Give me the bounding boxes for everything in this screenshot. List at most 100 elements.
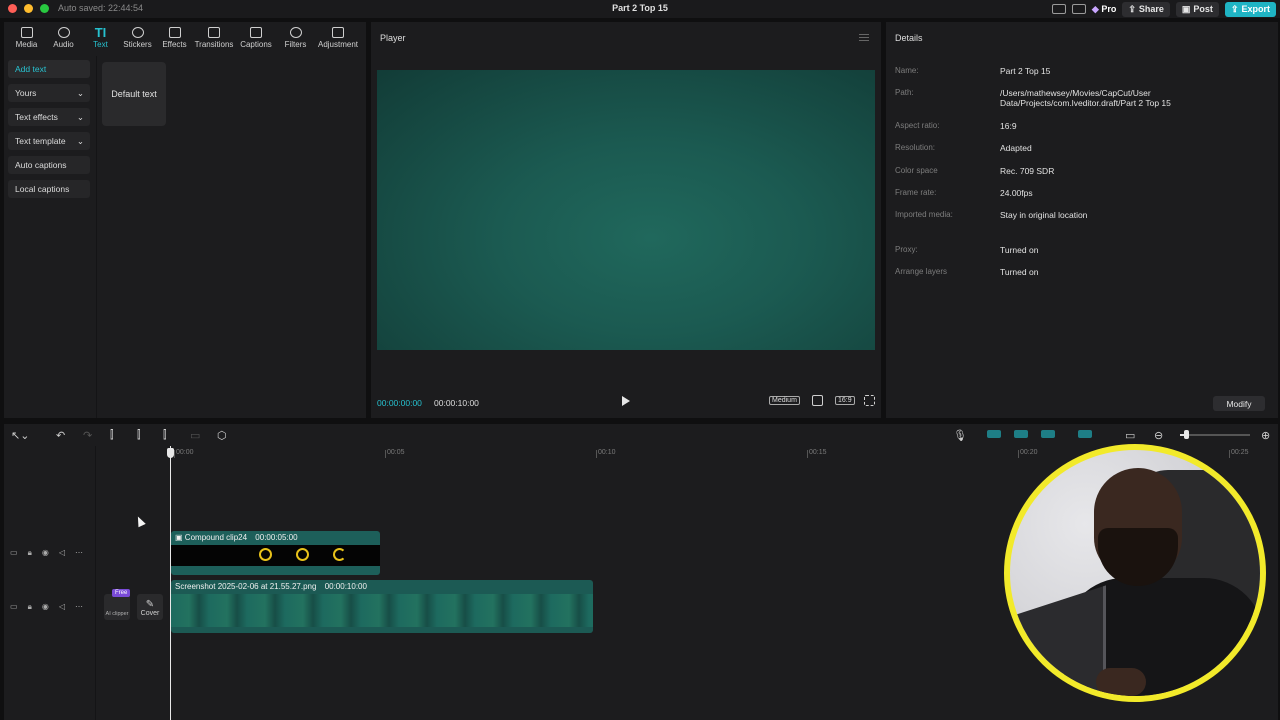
post-icon: ▣ (1181, 3, 1191, 14)
delete-icon[interactable]: ▭ (190, 429, 200, 442)
detail-label: Name: (895, 66, 919, 75)
redo-icon[interactable]: ↷ (83, 429, 92, 442)
lock-icon[interactable]: 🔒︎ (28, 602, 32, 612)
screenshot-clip[interactable]: Screenshot 2025-02-06 at 21.55.27.png 00… (171, 580, 593, 633)
share-button[interactable]: ⇪ Share (1122, 1, 1170, 17)
title-bar: Auto saved: 22:44:54 Part 2 Top 15 ◆ Pro… (0, 0, 1280, 18)
loading-ring-thumbnail (333, 548, 346, 561)
more-icon[interactable]: ⋯ (75, 548, 83, 558)
effects-icon (168, 27, 181, 38)
ai-clipper-button[interactable]: AI clipper (104, 594, 130, 620)
tab-text[interactable]: TI Text (82, 22, 119, 52)
audio-icon (57, 27, 70, 38)
compound-clip[interactable]: ▣ Compound clip24 00:00:05:00 (171, 531, 380, 575)
detail-value: Stay in original location (1000, 210, 1088, 220)
pro-badge[interactable]: ◆ Pro (1092, 4, 1116, 15)
zoom-slider-handle[interactable] (1184, 430, 1189, 439)
eye-icon[interactable]: ◉ (42, 602, 49, 612)
clip-thumbnails (171, 545, 380, 566)
linkage-icon[interactable] (1041, 430, 1055, 438)
post-button[interactable]: ▣ Post (1175, 1, 1219, 17)
quality-button[interactable]: Medium (769, 396, 800, 405)
more-icon[interactable]: ⋯ (75, 602, 83, 612)
free-badge: Free (112, 589, 131, 597)
sidebar-item-auto-captions[interactable]: Auto captions (8, 156, 90, 174)
detail-value: 16:9 (1000, 121, 1017, 131)
preview-axis-icon[interactable] (1078, 430, 1092, 438)
speaker-icon[interactable]: ◁ (59, 602, 65, 612)
play-icon[interactable] (622, 396, 630, 406)
loading-ring-thumbnail (296, 548, 309, 561)
menu-icon[interactable] (859, 34, 869, 41)
detail-label: Frame rate: (895, 188, 937, 197)
detail-value: /Users/mathewsey/Movies/CapCut/User Data… (1000, 88, 1171, 108)
text-sidebar: Add text Yours ⌄ Text effects ⌄ Text templ… (8, 60, 90, 204)
tab-audio[interactable]: Audio (45, 22, 82, 52)
modify-button[interactable]: Modify (1213, 396, 1265, 411)
ratio-button[interactable]: 16:9 (835, 396, 855, 405)
tab-adjustment[interactable]: Adjustment (314, 22, 362, 52)
share-icon: ⇪ (1128, 3, 1136, 14)
details-panel: Details Name: Part 2 Top 15 Path: /Users… (886, 22, 1278, 418)
sidebar-item-yours[interactable]: Yours ⌄ (8, 84, 90, 102)
tab-stickers[interactable]: Stickers (119, 22, 156, 52)
sidebar-divider (96, 56, 97, 418)
text-icon: TI (94, 25, 107, 40)
track-headers (4, 446, 96, 720)
detail-value: Turned on (1000, 267, 1039, 277)
delete-right-icon[interactable]: ⫿ (163, 429, 167, 442)
detail-label: Color space (895, 166, 938, 175)
captions-icon (250, 27, 262, 38)
magnet-icon[interactable] (1014, 430, 1028, 438)
tab-effects[interactable]: Effects (156, 22, 193, 52)
zoom-out-icon[interactable]: ⊖ (1154, 429, 1163, 442)
select-tool-icon[interactable]: ↖⌄ (11, 429, 29, 442)
shield-icon[interactable]: ⬡ (217, 429, 227, 442)
caption-toggle-icon[interactable]: ▭ (1125, 429, 1135, 442)
split-icon[interactable]: ⫿ (110, 429, 114, 442)
shortcuts-icon[interactable] (1071, 4, 1086, 14)
track-controls: ▭ 🔒︎ ◉ ◁ ⋯ (10, 548, 83, 558)
preview-canvas[interactable] (377, 70, 875, 350)
speaker-icon[interactable]: ◁ (59, 548, 65, 558)
default-text-card[interactable]: Default text (102, 62, 166, 126)
edit-icon: ✎ (145, 599, 155, 610)
export-button[interactable]: ⇪ Export (1224, 1, 1276, 17)
playhead-handle[interactable] (167, 448, 174, 458)
detail-label: Arrange layers (895, 267, 948, 276)
timeline-toolbar: ↖⌄ ↶ ↷ ⫿ ⫿ ⫿ ▭ ⬡ 🎙 ▭ ⊖ ⊕ (4, 424, 1278, 446)
delete-left-icon[interactable]: ⫿ (137, 429, 141, 442)
undo-icon[interactable]: ↶ (56, 429, 65, 442)
crop-icon[interactable] (812, 395, 823, 406)
tab-transitions[interactable]: Transitions (193, 22, 235, 52)
layout-icon[interactable] (1051, 4, 1066, 14)
detail-label: Proxy: (895, 245, 918, 254)
ruler-tick: 00:15 (807, 449, 827, 458)
track-cover-icon[interactable]: ▭ (10, 548, 18, 558)
link-icon[interactable] (987, 430, 1001, 438)
microphone-icon[interactable]: 🎙 (953, 429, 967, 442)
tab-captions[interactable]: Captions (235, 22, 277, 52)
detail-label: Resolution: (895, 143, 936, 152)
sidebar-item-text-template[interactable]: Text template ⌄ (8, 132, 90, 150)
left-panel: Media Audio TI Text Stickers Effects Tran… (4, 22, 366, 418)
fullscreen-icon[interactable] (864, 395, 875, 406)
track-cover-icon[interactable]: ▭ (10, 602, 18, 612)
eye-icon[interactable]: ◉ (42, 548, 49, 558)
sidebar-item-text-effects[interactable]: Text effects ⌄ (8, 108, 90, 126)
clip-thumbnails (171, 594, 593, 627)
cover-button[interactable]: ✎ Cover (137, 594, 163, 620)
lock-icon[interactable]: 🔒︎ (28, 548, 32, 558)
current-time: 00:00:00:00 (377, 398, 422, 408)
tab-media[interactable]: Media (8, 22, 45, 52)
playhead-line (170, 446, 171, 720)
ruler-tick: 00:00 (174, 449, 194, 458)
filters-icon (289, 27, 302, 38)
zoom-in-icon[interactable]: ⊕ (1261, 429, 1270, 442)
zoom-slider-track[interactable] (1180, 434, 1250, 436)
tab-filters[interactable]: Filters (277, 22, 314, 52)
export-icon: ⇪ (1230, 3, 1239, 14)
sidebar-item-add-text[interactable]: Add text (8, 60, 90, 78)
sidebar-item-local-captions[interactable]: Local captions (8, 180, 90, 198)
stickers-icon (131, 27, 144, 38)
